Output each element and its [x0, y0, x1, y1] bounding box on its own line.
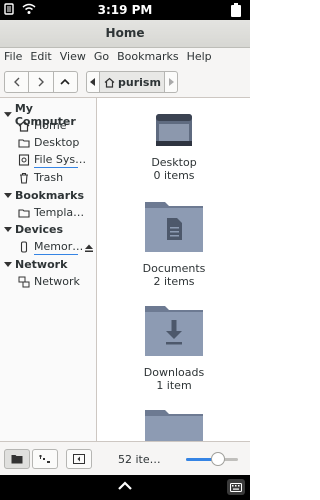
chevron-up-icon	[60, 78, 70, 85]
window-title-bar: Home	[0, 20, 250, 48]
triangle-right-icon	[169, 78, 174, 86]
section-bookmarks-label: Bookmarks	[15, 189, 84, 202]
expander-down-icon	[4, 261, 12, 267]
file-item-folder[interactable]	[98, 402, 250, 441]
file-item-count: 2 items	[153, 275, 195, 288]
folder-icon	[18, 208, 30, 218]
menu-bar: File Edit View Go Bookmarks Help	[0, 48, 250, 66]
sidebar-item-label: File Sys…	[34, 153, 87, 166]
documents-folder-icon	[145, 202, 203, 252]
expander-down-icon	[4, 192, 12, 198]
path-scroll-right[interactable]	[165, 72, 177, 92]
folder-icon	[18, 138, 30, 148]
menu-bookmarks[interactable]: Bookmarks	[117, 48, 184, 66]
chevron-left-icon	[13, 77, 20, 87]
file-item-name: Downloads	[143, 366, 205, 379]
keyboard-button[interactable]	[227, 479, 245, 495]
window-title: Home	[105, 26, 145, 40]
sidebar-item-file-system[interactable]: File Sys…	[18, 153, 86, 166]
sidebar-item-network[interactable]: Network	[18, 275, 80, 288]
path-crumb-label: purism	[118, 75, 161, 89]
expander-down-icon	[4, 112, 12, 117]
triangle-left-icon	[90, 78, 95, 86]
usage-bar	[34, 167, 78, 168]
usb-drive-icon	[20, 240, 28, 253]
file-view: Desktop 0 items Documents 2 items Downlo…	[98, 98, 250, 441]
toolbar: purism	[0, 66, 250, 98]
usage-bar	[34, 254, 78, 255]
battery-icon	[231, 3, 241, 17]
sidebar-item-home[interactable]: Home	[18, 119, 66, 132]
sidebar-item-label: Desktop	[34, 136, 80, 149]
sidebar-item-label: Home	[34, 119, 67, 132]
drive-icon	[18, 153, 30, 166]
forward-button[interactable]	[29, 72, 54, 92]
zoom-slider[interactable]	[186, 452, 238, 466]
home-icon	[18, 120, 30, 132]
clock: 3:19 PM	[97, 3, 153, 17]
chevron-right-icon	[38, 77, 44, 87]
navigation-buttons	[4, 71, 78, 93]
sidebar-item-label: Templa…	[34, 206, 85, 219]
path-crumb-home[interactable]: purism	[99, 72, 165, 92]
sidebar-item-memory[interactable]: Memor…	[18, 240, 83, 253]
chevron-up-icon[interactable]	[117, 481, 133, 491]
screen: 3:19 PM Home File Edit View Go Bookmarks…	[0, 0, 250, 500]
desktop-folder-icon	[156, 114, 192, 146]
sidebar-item-label: Trash	[34, 171, 64, 184]
sidebar-item-desktop[interactable]: Desktop	[18, 136, 79, 149]
phone-status-bar: 3:19 PM	[0, 0, 250, 20]
sidebar-item-templates[interactable]: Templa…	[18, 206, 84, 219]
sidebar: My Computer Home Desktop File Sys… Trash…	[0, 98, 97, 441]
folder-icon	[11, 455, 23, 464]
file-item-documents[interactable]: Documents 2 items	[98, 194, 250, 288]
file-item-count: 0 items	[153, 169, 195, 182]
zoom-slider-knob[interactable]	[211, 452, 226, 466]
home-icon	[104, 77, 115, 88]
section-network[interactable]: Network	[4, 258, 67, 271]
file-item-name: Desktop	[151, 156, 197, 169]
up-button[interactable]	[54, 72, 77, 92]
path-scroll-left[interactable]	[87, 72, 99, 92]
sidebar-item-trash[interactable]: Trash	[18, 171, 63, 184]
folder-icon	[145, 410, 203, 441]
section-network-label: Network	[15, 258, 68, 271]
file-item-count: 1 item	[156, 379, 192, 392]
section-devices[interactable]: Devices	[4, 223, 63, 236]
eject-icon[interactable]	[84, 243, 94, 253]
file-item-desktop[interactable]: Desktop 0 items	[98, 110, 250, 182]
menu-help[interactable]: Help	[187, 48, 218, 66]
menu-file[interactable]: File	[4, 48, 28, 66]
keyboard-icon	[230, 482, 242, 492]
section-devices-label: Devices	[15, 223, 64, 236]
back-button[interactable]	[5, 72, 30, 92]
sidebar-item-label: Network	[34, 275, 80, 288]
path-bar: purism	[86, 71, 178, 93]
section-bookmarks[interactable]: Bookmarks	[4, 189, 84, 202]
bottom-status-bar: 52 ite…	[0, 441, 250, 475]
downloads-folder-icon	[145, 306, 203, 356]
network-icon	[18, 276, 30, 287]
trash-icon	[20, 172, 28, 184]
file-item-downloads[interactable]: Downloads 1 item	[98, 298, 250, 392]
file-item-name: Documents	[142, 262, 206, 275]
show-places-button[interactable]	[4, 449, 30, 469]
tree-view-icon	[39, 455, 50, 463]
expander-down-icon	[4, 226, 12, 232]
menu-edit[interactable]: Edit	[30, 48, 57, 66]
sidebar-collapse-icon	[73, 454, 85, 464]
show-tree-button[interactable]	[32, 449, 58, 469]
toggle-sidebar-button[interactable]	[66, 449, 92, 469]
menu-view[interactable]: View	[60, 48, 92, 66]
system-bottom-bar	[0, 475, 250, 500]
menu-go[interactable]: Go	[94, 48, 115, 66]
item-count: 52 ite…	[118, 453, 161, 466]
sidebar-item-label: Memor…	[34, 240, 84, 253]
